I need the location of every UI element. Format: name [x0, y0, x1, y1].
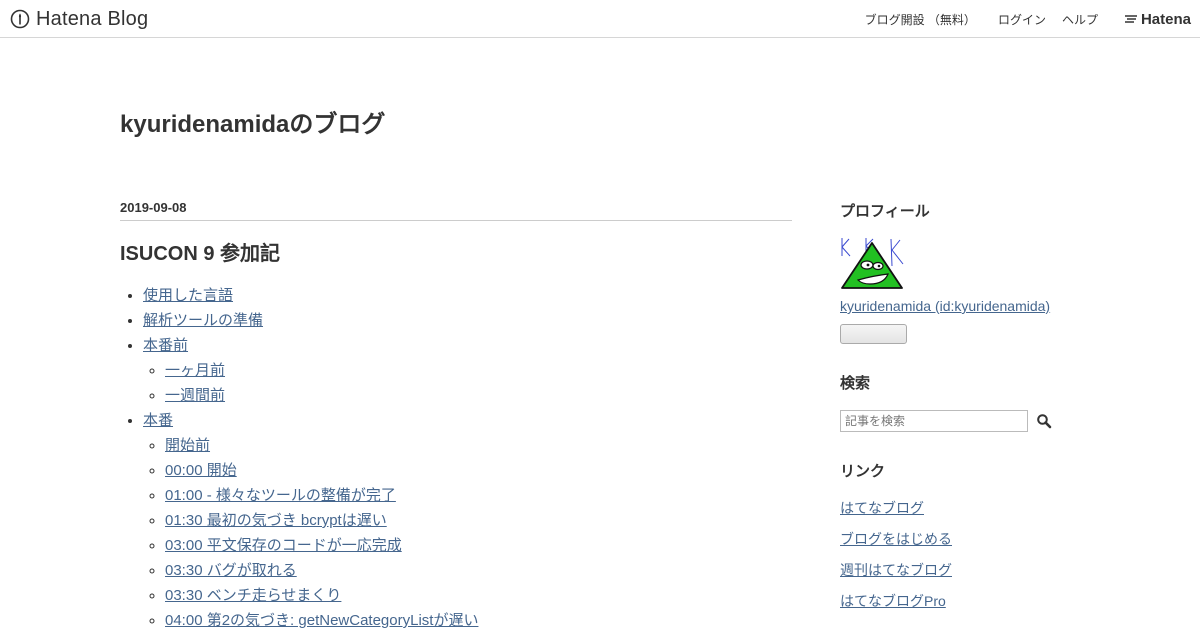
help-link[interactable]: ヘルプ	[1062, 11, 1098, 28]
list-item: ブログをはじめる	[840, 529, 1080, 560]
search-input[interactable]	[840, 410, 1028, 432]
toc-sublink[interactable]: 01:00 - 様々なツールの整備が完了	[165, 487, 396, 504]
search-icon[interactable]	[1036, 413, 1052, 429]
entry-date[interactable]: 2019-09-08	[120, 200, 792, 221]
toc-link[interactable]: 本番前	[143, 337, 188, 354]
hatena-blog-logo[interactable]: Hatena Blog	[10, 7, 148, 31]
toc-sublink[interactable]: 一週間前	[165, 387, 225, 404]
toc-link[interactable]: 解析ツールの準備	[143, 312, 263, 329]
entry-article: 2019-09-08 ISUCON 9 参加記 使用した言語 解析ツールの準備 …	[120, 200, 792, 630]
toc-subitem: 一ヶ月前	[165, 358, 792, 383]
toc-item: 本番 開始前 00:00 開始 01:00 - 様々なツールの整備が完了 01:…	[143, 408, 792, 630]
toc-sublink[interactable]: 開始前	[165, 437, 210, 454]
link-hatena-blog[interactable]: はてなブログ	[840, 500, 924, 516]
subscribe-button[interactable]	[840, 324, 907, 344]
toc-sublink[interactable]: 04:00 第2の気づき: getNewCategoryListが遅い	[165, 612, 478, 629]
link-start-blog[interactable]: ブログをはじめる	[840, 531, 952, 547]
toc-sublink[interactable]: 03:00 平文保存のコードが一応完成	[165, 537, 402, 554]
toc-item: 本番前 一ヶ月前 一週間前	[143, 333, 792, 408]
toc-sublink[interactable]: 03:30 バグが取れる	[165, 562, 297, 579]
toc-sublist: 一ヶ月前 一週間前	[143, 358, 792, 408]
global-nav: ブログ開設 （無料） ログイン ヘルプ Hatena	[865, 0, 1200, 38]
hatena-blog-logo-text: Hatena Blog	[36, 7, 149, 30]
global-header: Hatena Blog ブログ開設 （無料） ログイン ヘルプ Hatena	[0, 0, 1200, 38]
links-list: はてなブログ ブログをはじめる 週刊はてなブログ はてなブログPro	[840, 498, 1080, 622]
list-item: はてなブログPro	[840, 591, 1080, 622]
table-of-contents: 使用した言語 解析ツールの準備 本番前 一ヶ月前 一週間前 本番 開始前 00:…	[120, 283, 792, 630]
hatena-bird-icon	[1124, 15, 1137, 23]
link-hatena-blog-pro[interactable]: はてなブログPro	[840, 593, 946, 609]
entry-title[interactable]: ISUCON 9 参加記	[120, 237, 792, 265]
toc-subitem: 03:30 ベンチ走らせまくり	[165, 583, 792, 608]
blog-title[interactable]: kyuridenamidaのブログ	[120, 104, 385, 139]
profile-avatar-icon[interactable]	[840, 236, 904, 292]
toc-subitem: 03:00 平文保存のコードが一応完成	[165, 533, 792, 558]
list-item: 週刊はてなブログ	[840, 560, 1080, 591]
profile-heading: プロフィール	[840, 203, 930, 220]
search-heading: 検索	[840, 375, 871, 392]
toc-subitem: 01:00 - 様々なツールの整備が完了	[165, 483, 792, 508]
list-item: はてなブログ	[840, 498, 1080, 529]
login-link[interactable]: ログイン	[998, 11, 1046, 28]
sidebar: プロフィール kyuridenamida (id:kyuridenamida) …	[840, 200, 1080, 622]
search-form	[840, 410, 1080, 432]
hatena-logo-text: Hatena	[1140, 10, 1191, 28]
hatena-blog-logo-icon	[10, 9, 30, 29]
toc-sublink[interactable]: 00:00 開始	[165, 462, 237, 479]
toc-item: 使用した言語	[143, 283, 792, 308]
toc-link[interactable]: 本番	[143, 412, 173, 429]
toc-sublink[interactable]: 一ヶ月前	[165, 362, 225, 379]
toc-subitem: 04:00 第2の気づき: getNewCategoryListが遅い	[165, 608, 792, 630]
toc-link[interactable]: 使用した言語	[143, 287, 233, 304]
toc-subitem: 01:30 最初の気づき bcryptは遅い	[165, 508, 792, 533]
toc-subitem: 03:30 バグが取れる	[165, 558, 792, 583]
toc-sublink[interactable]: 01:30 最初の気づき bcryptは遅い	[165, 512, 387, 529]
toc-subitem: 開始前	[165, 433, 792, 458]
link-weekly-hatena-blog[interactable]: 週刊はてなブログ	[840, 562, 952, 578]
signup-link[interactable]: ブログ開設 （無料）	[865, 11, 976, 28]
profile-name-link[interactable]: kyuridenamida (id:kyuridenamida)	[840, 298, 1080, 314]
toc-subitem: 一週間前	[165, 383, 792, 408]
toc-subitem: 00:00 開始	[165, 458, 792, 483]
hatena-logo-link[interactable]: Hatena	[1124, 11, 1191, 28]
toc-sublist: 開始前 00:00 開始 01:00 - 様々なツールの整備が完了 01:30 …	[143, 433, 792, 630]
toc-sublink[interactable]: 03:30 ベンチ走らせまくり	[165, 587, 341, 604]
links-heading: リンク	[840, 463, 886, 480]
toc-item: 解析ツールの準備	[143, 308, 792, 333]
